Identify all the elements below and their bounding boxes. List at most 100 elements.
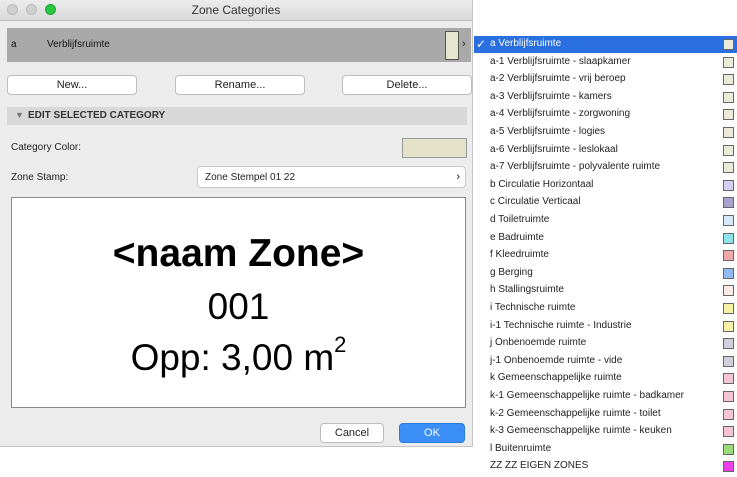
menu-item[interactable]: k-3 Gemeenschappelijke ruimte - keuken bbox=[474, 423, 737, 440]
selected-category-code: a bbox=[11, 39, 17, 50]
preview-area-exponent: 2 bbox=[334, 332, 347, 357]
selected-category-name: Verblijfsruimte bbox=[47, 39, 110, 50]
rename-button[interactable]: Rename... bbox=[175, 75, 305, 95]
menu-item-label: j-1 Onbenoemde ruimte - vide bbox=[490, 354, 623, 366]
menu-item[interactable]: b Circulatie Horizontaal bbox=[474, 177, 737, 194]
menu-item-label: a-4 Verblijfsruimte - zorgwoning bbox=[490, 108, 631, 120]
menu-item[interactable]: k Gemeenschappelijke ruimte bbox=[474, 370, 737, 387]
menu-item[interactable]: a-1 Verblijfsruimte - slaapkamer bbox=[474, 54, 737, 71]
menu-item[interactable]: d Toiletruimte bbox=[474, 212, 737, 229]
selected-category-row[interactable]: a Verblijfsruimte › bbox=[7, 28, 471, 62]
menu-item-label: k-1 Gemeenschappelijke ruimte - badkamer bbox=[490, 390, 684, 401]
checkmark-icon: ✓ bbox=[476, 37, 487, 51]
menu-item[interactable]: k-1 Gemeenschappelijke ruimte - badkamer bbox=[474, 388, 737, 405]
cancel-button[interactable]: Cancel bbox=[320, 423, 384, 443]
menu-item-color-swatch bbox=[723, 461, 734, 473]
menu-item-color-swatch bbox=[723, 39, 734, 50]
edit-category-section-header[interactable]: ▼ EDIT SELECTED CATEGORY bbox=[7, 107, 467, 125]
menu-item-color-swatch bbox=[723, 355, 734, 367]
menu-item-label: k Gemeenschappelijke ruimte bbox=[490, 372, 622, 384]
chevron-right-icon[interactable]: › bbox=[462, 38, 466, 50]
menu-item[interactable]: a-2 Verblijfsruimte - vrij beroep bbox=[474, 71, 737, 88]
preview-zone-name: <naam Zone> bbox=[112, 232, 365, 275]
menu-item-color-swatch bbox=[723, 91, 734, 103]
menu-item-color-swatch bbox=[723, 443, 734, 455]
menu-item[interactable]: e Badruimte bbox=[474, 230, 737, 247]
menu-item-color-swatch bbox=[723, 109, 734, 121]
zone-stamp-value: Zone Stempel 01 22 bbox=[205, 172, 296, 183]
delete-button[interactable]: Delete... bbox=[342, 75, 472, 95]
menu-item[interactable]: j Onbenoemde ruimte bbox=[474, 335, 737, 352]
zone-stamp-select[interactable]: Zone Stempel 01 22 › bbox=[197, 166, 466, 188]
menu-item-label: i-1 Technische ruimte - Industrie bbox=[490, 319, 632, 331]
menu-item-color-swatch bbox=[723, 56, 734, 68]
disclosure-triangle-icon[interactable]: ▼ bbox=[15, 110, 24, 120]
menu-item-label: a Verblijfsruimte bbox=[490, 38, 562, 49]
menu-item[interactable]: a-5 Verblijfsruimte - logies bbox=[474, 124, 737, 141]
menu-item[interactable]: i-1 Technische ruimte - Industrie bbox=[474, 318, 737, 335]
menu-item-label: l Buitenruimte bbox=[490, 442, 552, 454]
menu-item-label: f Kleedruimte bbox=[490, 249, 549, 261]
menu-item-label: a-3 Verblijfsruimte - kamers bbox=[490, 90, 612, 102]
menu-item-color-swatch bbox=[723, 250, 734, 262]
new-button[interactable]: New... bbox=[7, 75, 137, 95]
menu-item-color-swatch bbox=[723, 303, 734, 314]
chevron-right-icon: › bbox=[456, 171, 460, 183]
menu-item[interactable]: ZZ ZZ EIGEN ZONES bbox=[474, 458, 737, 475]
menu-item[interactable]: a-6 Verblijfsruimte - leslokaal bbox=[474, 142, 737, 159]
menu-item-color-swatch bbox=[723, 179, 734, 191]
menu-item-label: e Badruimte bbox=[490, 231, 544, 243]
menu-item-label: ZZ ZZ EIGEN ZONES bbox=[490, 460, 589, 472]
menu-item-color-swatch bbox=[723, 408, 734, 420]
menu-item-label: a-6 Verblijfsruimte - leslokaal bbox=[490, 143, 618, 155]
menu-item-label: c Circulatie Verticaal bbox=[490, 196, 581, 208]
menu-item[interactable]: j-1 Onbenoemde ruimte - vide bbox=[474, 353, 737, 370]
menu-item-label: b Circulatie Horizontaal bbox=[490, 178, 594, 190]
menu-item[interactable]: g Berging bbox=[474, 265, 737, 282]
section-title: EDIT SELECTED CATEGORY bbox=[28, 110, 166, 121]
zone-categories-dialog: Zone Categories a Verblijfsruimte › New.… bbox=[0, 0, 473, 447]
title-bar: Zone Categories bbox=[0, 0, 472, 21]
menu-item-label: a-5 Verblijfsruimte - logies bbox=[490, 126, 606, 137]
menu-item-label: a-1 Verblijfsruimte - slaapkamer bbox=[490, 55, 631, 67]
menu-item-label: d Toiletruimte bbox=[490, 214, 550, 225]
menu-item[interactable]: h Stallingsruimte bbox=[474, 282, 737, 299]
menu-item[interactable]: c Circulatie Verticaal bbox=[474, 194, 737, 211]
menu-item-color-swatch bbox=[723, 127, 734, 138]
menu-item-label: h Stallingsruimte bbox=[490, 284, 564, 296]
zone-stamp-label: Zone Stamp: bbox=[11, 172, 69, 183]
menu-item[interactable]: a-3 Verblijfsruimte - kamers bbox=[474, 89, 737, 106]
menu-item-color-swatch bbox=[723, 320, 734, 332]
menu-item-color-swatch bbox=[723, 197, 734, 209]
menu-item[interactable]: f Kleedruimte bbox=[474, 247, 737, 264]
menu-item-label: a-7 Verblijfsruimte - polyvalente ruimte bbox=[490, 161, 661, 173]
menu-item-label: j Onbenoemde ruimte bbox=[490, 337, 587, 349]
menu-item[interactable]: i Technische ruimte bbox=[474, 300, 737, 317]
menu-item-color-swatch bbox=[723, 285, 734, 297]
ok-button[interactable]: OK bbox=[399, 423, 465, 443]
zone-stamp-preview: <naam Zone> 001 Opp: 3,00 m2 bbox=[11, 197, 466, 408]
menu-item-label: a-2 Verblijfsruimte - vrij beroep bbox=[490, 73, 626, 85]
category-color-label: Category Color: bbox=[11, 142, 82, 153]
menu-item[interactable]: ✓ a Verblijfsruimte bbox=[474, 36, 737, 53]
category-dropdown-menu: ✓ a Verblijfsruimte a-1 Verblijfsruimte - … bbox=[474, 36, 737, 477]
menu-item-label: i Technische ruimte bbox=[490, 302, 576, 313]
menu-item[interactable]: l Buitenruimte bbox=[474, 441, 737, 458]
preview-zone-number: 001 bbox=[207, 286, 270, 327]
menu-item-color-swatch bbox=[723, 74, 734, 86]
menu-item[interactable]: a-7 Verblijfsruimte - polyvalente ruimte bbox=[474, 159, 737, 176]
menu-item-label: g Berging bbox=[490, 266, 533, 278]
menu-item[interactable]: a-4 Verblijfsruimte - zorgwoning bbox=[474, 106, 737, 123]
menu-item-color-swatch bbox=[723, 267, 734, 279]
menu-item-color-swatch bbox=[723, 426, 734, 438]
menu-item-color-swatch bbox=[723, 144, 734, 156]
menu-item-color-swatch bbox=[723, 338, 734, 350]
menu-item-color-swatch bbox=[723, 232, 734, 244]
menu-item-color-swatch bbox=[723, 391, 734, 402]
menu-item-color-swatch bbox=[723, 215, 734, 226]
menu-item[interactable]: k-2 Gemeenschappelijke ruimte - toilet bbox=[474, 406, 737, 423]
window-title: Zone Categories bbox=[191, 3, 281, 17]
menu-item-color-swatch bbox=[723, 373, 734, 385]
preview-area-text: Opp: 3,00 m bbox=[130, 337, 335, 378]
category-color-well[interactable] bbox=[402, 138, 467, 158]
